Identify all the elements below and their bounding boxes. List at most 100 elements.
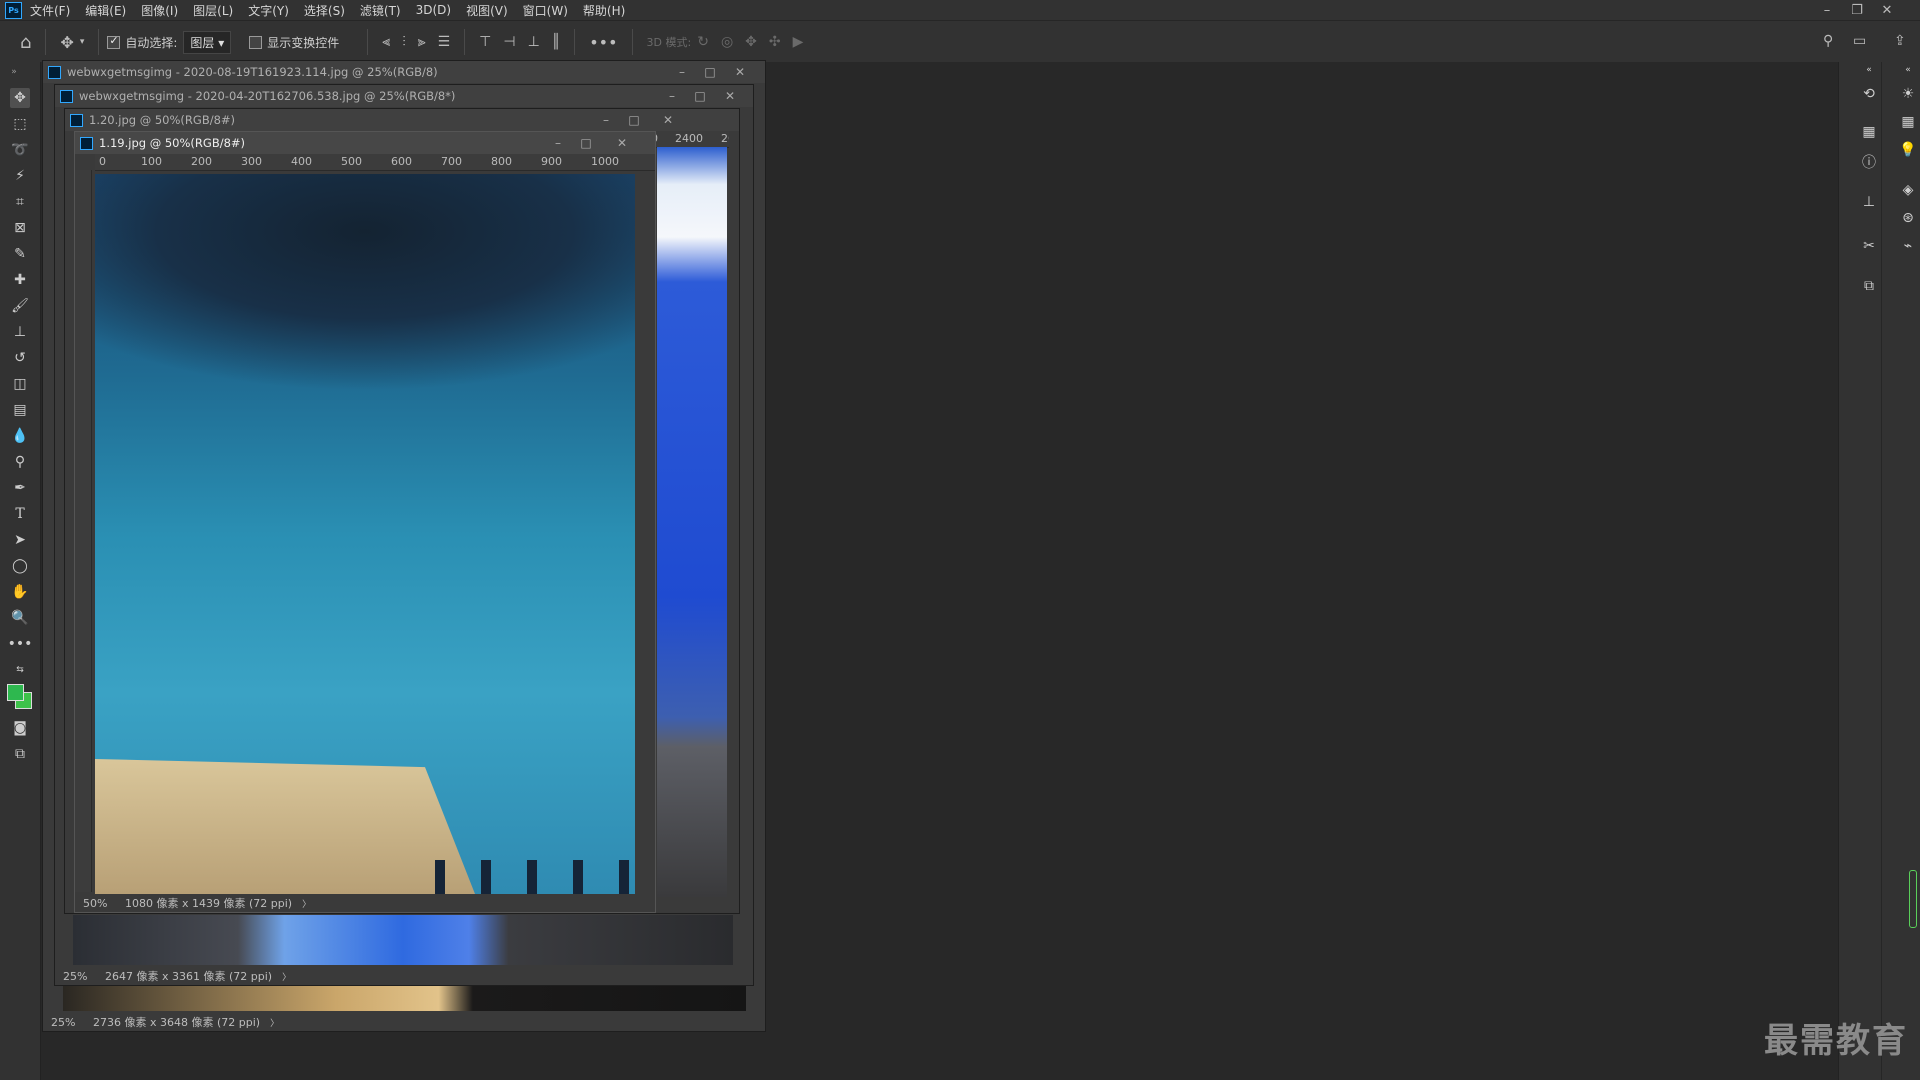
zoom-level[interactable]: 25% [55,970,105,983]
close-icon[interactable]: ✕ [655,109,681,131]
move-tool-icon[interactable]: ✥ [10,88,30,108]
more-options-icon[interactable]: ••• [589,33,617,52]
artboard-icon[interactable]: ⧉ [1859,276,1879,296]
status-arrow-icon[interactable]: 〉 [302,897,311,910]
collapse-icon[interactable]: » [4,62,24,82]
align-left-icon[interactable]: ⫷ [382,34,390,50]
history-brush-icon[interactable]: ↺ [10,348,30,368]
status-arrow-icon[interactable]: 〉 [270,1016,279,1029]
eraser-icon[interactable]: ◫ [10,374,30,394]
align-right-icon[interactable]: ⫸ [418,34,426,50]
channels-icon[interactable]: ⊛ [1898,208,1918,228]
zoom-tool-icon[interactable]: 🔍 [10,608,30,628]
minimize-icon[interactable]: – [545,132,571,154]
auto-select-target-dropdown[interactable]: 图层 ▾ [183,30,232,54]
menu-type[interactable]: 文字(Y) [248,2,289,19]
pen-tool-icon[interactable]: ✒ [10,478,30,498]
minimize-icon[interactable]: – [593,109,619,131]
close-icon[interactable]: ✕ [609,132,635,154]
foreground-color-swatch[interactable] [7,684,24,701]
menu-image[interactable]: 图像(I) [141,2,178,19]
close-icon[interactable]: ✕ [1872,0,1902,20]
hand-tool-icon[interactable]: ✋ [10,582,30,602]
document-title: 1.19.jpg @ 50%(RGB/8#) [99,136,246,150]
maximize-icon[interactable]: □ [697,61,723,83]
quick-mask-icon[interactable]: ◙ [10,718,30,738]
document-title-bar[interactable]: 1.20.jpg @ 50%(RGB/8#) – □ ✕ [65,109,739,131]
document-title-bar[interactable]: 1.19.jpg @ 50%(RGB/8#) – □ ✕ [75,132,655,154]
healing-brush-icon[interactable]: ✚ [10,270,30,290]
brush-tool-icon[interactable]: 🖌 [10,296,30,316]
paths-icon[interactable]: ⌁ [1898,236,1918,256]
maximize-icon[interactable]: □ [573,132,599,154]
workspace-icon[interactable]: ▭ [1853,33,1866,49]
menu-select[interactable]: 选择(S) [304,2,345,19]
learn-icon[interactable]: 💡 [1898,140,1918,160]
align-bottom-icon[interactable]: ⊥ [528,34,540,50]
share-icon[interactable]: ⇪ [1894,33,1906,49]
auto-select-checkbox[interactable] [107,34,121,49]
scroll-indicator[interactable] [1909,870,1917,928]
document-title-bar[interactable]: webwxgetmsgimg - 2020-08-19T161923.114.j… [43,61,765,83]
clone-stamp-icon[interactable]: ⊥ [10,322,30,342]
align-top-icon[interactable]: ⊤ [479,34,491,50]
menu-help[interactable]: 帮助(H) [583,2,625,19]
menu-window[interactable]: 窗口(W) [523,2,568,19]
blur-tool-icon[interactable]: 💧 [10,426,30,446]
type-tool-icon[interactable]: T [10,504,30,524]
ruler-tick: 900 [541,155,562,168]
minimize-icon[interactable]: – [1812,0,1842,20]
minimize-icon[interactable]: – [659,85,685,107]
layers-icon[interactable]: ◈ [1898,180,1918,200]
collapse-dock-icon[interactable]: « [1859,60,1879,80]
swatches-icon[interactable]: ▦ [1898,112,1918,132]
menu-filter[interactable]: 滤镜(T) [360,2,401,19]
lasso-tool-icon[interactable]: ➰ [10,140,30,160]
zoom-level[interactable]: 50% [75,897,125,910]
close-icon[interactable]: ✕ [727,61,753,83]
swap-colors-icon[interactable]: ⇆ [10,660,30,680]
zoom-level[interactable]: 25% [43,1016,93,1029]
menu-file[interactable]: 文件(F) [30,2,70,19]
magic-wand-icon[interactable]: ⚡ [10,166,30,186]
screen-mode-icon[interactable]: ⧉ [10,744,30,764]
clone-source-icon[interactable]: ⊥ [1859,192,1879,212]
path-selection-icon[interactable]: ➤ [10,530,30,550]
tool-presets-icon[interactable]: ✂ [1859,236,1879,256]
distribute-horizontal-icon[interactable]: ║ [552,34,560,50]
properties-panel-icon[interactable]: ▦ [1859,122,1879,142]
menu-layer[interactable]: 图层(L) [193,2,233,19]
move-tool-icon[interactable]: ✥ [60,33,73,52]
gradient-tool-icon[interactable]: ▤ [10,400,30,420]
menu-3d[interactable]: 3D(D) [416,3,451,17]
minimize-icon[interactable]: – [669,61,695,83]
close-icon[interactable]: ✕ [717,85,743,107]
status-bar: 25% 2736 像素 x 3648 像素 (72 ppi) 〉 [43,1013,765,1031]
ellipse-tool-icon[interactable]: ◯ [10,556,30,576]
info-icon[interactable]: ⓘ [1859,152,1879,172]
show-transform-checkbox[interactable] [249,35,263,49]
align-center-icon[interactable]: ⫶ [402,34,406,50]
document-title-bar[interactable]: webwxgetmsgimg - 2020-04-20T162706.538.j… [55,85,753,107]
crop-tool-icon[interactable]: ⌗ [10,192,30,212]
home-icon[interactable]: ⌂ [20,32,31,53]
marquee-tool-icon[interactable]: ⬚ [10,114,30,134]
frame-tool-icon[interactable]: ⊠ [10,218,30,238]
search-icon[interactable]: ⚲ [1823,33,1833,49]
align-middle-icon[interactable]: ⊣ [503,34,515,50]
edit-toolbar-icon[interactable]: ••• [8,634,33,654]
restore-icon[interactable]: ❐ [1842,0,1872,20]
maximize-icon[interactable]: □ [687,85,713,107]
eyedropper-icon[interactable]: ✎ [10,244,30,264]
distribute-vertical-icon[interactable]: ☰ [438,34,451,50]
chevron-down-icon[interactable]: ▾ [80,37,85,47]
collapse-panels-icon[interactable]: « [1898,60,1918,80]
menu-edit[interactable]: 编辑(E) [85,2,126,19]
dodge-tool-icon[interactable]: ⚲ [10,452,30,472]
adjustments-icon[interactable]: ☀ [1898,84,1918,104]
history-panel-icon[interactable]: ⟲ [1859,84,1879,104]
menu-view[interactable]: 视图(V) [466,2,508,19]
document-window-active[interactable]: 1.19.jpg @ 50%(RGB/8#) – □ ✕ 0 100 200 3… [74,131,656,913]
maximize-icon[interactable]: □ [621,109,647,131]
status-arrow-icon[interactable]: 〉 [282,970,291,983]
